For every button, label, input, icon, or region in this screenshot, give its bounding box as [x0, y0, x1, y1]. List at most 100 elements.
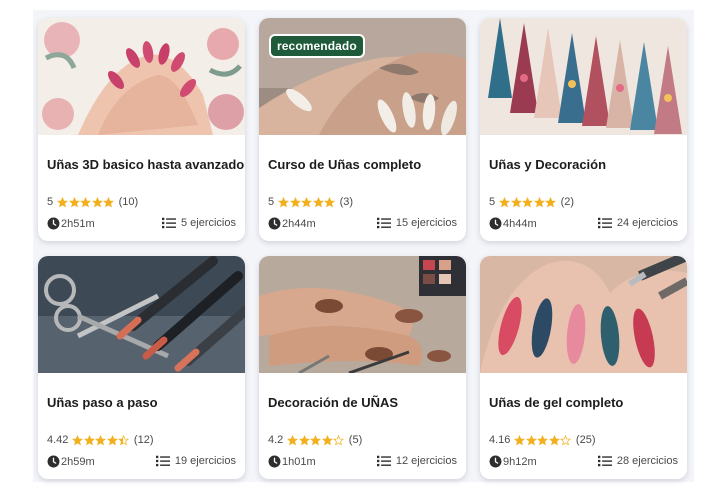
star-icon	[533, 196, 545, 207]
star-icon	[310, 434, 322, 445]
course-thumbnail-image	[480, 256, 687, 373]
course-thumbnail[interactable]	[259, 256, 466, 373]
course-duration: 9h12m	[489, 455, 537, 468]
duration-text: 4h44m	[503, 217, 537, 230]
rating-value: 5	[268, 196, 275, 208]
course-meta: 1h01m 12 ejercicios	[268, 455, 457, 471]
list-icon	[597, 455, 612, 467]
rating-stars	[57, 196, 115, 208]
course-duration: 1h01m	[268, 455, 316, 468]
rating-stars	[287, 434, 345, 446]
rating-stars	[514, 434, 572, 446]
rating-value: 4.42	[47, 434, 69, 446]
star-icon	[499, 196, 511, 207]
course-meta: 2h44m 15 ejercicios	[268, 217, 457, 233]
duration-text: 9h12m	[503, 455, 537, 468]
duration-text: 2h51m	[61, 217, 95, 230]
course-card[interactable]: Uñas 3D basico hasta avanzado 5 (10) 2h51…	[38, 18, 245, 241]
course-exercises: 28 ejercicios	[597, 455, 678, 467]
star-icon	[537, 434, 549, 445]
star-icon	[514, 434, 526, 445]
clock-icon	[47, 217, 60, 230]
course-title[interactable]: Decoración de UÑAS	[268, 395, 398, 410]
exercises-text: 24 ejercicios	[616, 217, 678, 229]
star-icon	[103, 196, 115, 207]
course-exercises: 12 ejercicios	[376, 455, 457, 467]
course-title[interactable]: Uñas y Decoración	[489, 157, 606, 172]
course-duration: 2h44m	[268, 217, 316, 230]
course-thumbnail[interactable]	[38, 18, 245, 135]
course-grid: Uñas 3D basico hasta avanzado 5 (10) 2h51…	[33, 10, 694, 482]
star-icon	[80, 196, 92, 207]
course-thumbnail[interactable]	[38, 256, 245, 373]
course-card[interactable]: recomendado Curso de Uñas completo 5 (3) 2…	[259, 18, 466, 241]
star-icon	[95, 434, 107, 445]
course-meta: 2h59m 19 ejercicios	[47, 455, 236, 471]
course-card[interactable]: Uñas paso a paso 4.42 (12) 2h59m 19 ejerc…	[38, 256, 245, 479]
course-title[interactable]: Curso de Uñas completo	[268, 157, 421, 172]
course-title[interactable]: Uñas paso a paso	[47, 395, 158, 410]
course-card[interactable]: Uñas y Decoración 5 (2) 4h44m 24 ejercici…	[480, 18, 687, 241]
list-icon	[376, 217, 391, 229]
course-title[interactable]: Uñas de gel completo	[489, 395, 623, 410]
review-count: (3)	[339, 196, 354, 208]
course-thumbnail[interactable]	[480, 256, 687, 373]
review-count: (2)	[560, 196, 575, 208]
course-rating: 4.42 (12)	[47, 434, 153, 446]
star-icon	[560, 434, 572, 445]
course-card[interactable]: Uñas de gel completo 4.16 (25) 9h12m 28 e…	[480, 256, 687, 479]
star-icon	[545, 196, 557, 207]
course-thumbnail-image	[38, 18, 245, 135]
star-icon	[324, 196, 336, 207]
course-meta: 4h44m 24 ejercicios	[489, 217, 678, 233]
star-icon	[287, 434, 299, 445]
course-exercises: 5 ejercicios	[161, 217, 236, 229]
clock-icon	[47, 455, 60, 468]
star-icon	[510, 196, 522, 207]
star-icon	[289, 196, 301, 207]
exercises-text: 5 ejercicios	[180, 217, 236, 229]
star-icon	[83, 434, 95, 445]
exercises-text: 12 ejercicios	[395, 455, 457, 467]
course-exercises: 19 ejercicios	[155, 455, 236, 467]
course-rating: 4.16 (25)	[489, 434, 595, 446]
star-icon	[72, 434, 84, 445]
rating-stars	[278, 196, 336, 208]
list-icon	[161, 217, 176, 229]
star-icon	[333, 434, 345, 445]
course-thumbnail-image	[259, 256, 466, 373]
star-icon	[548, 434, 560, 445]
exercises-text: 15 ejercicios	[395, 217, 457, 229]
course-thumbnail[interactable]	[480, 18, 687, 135]
course-thumbnail-image	[480, 18, 687, 135]
duration-text: 1h01m	[282, 455, 316, 468]
exercises-text: 28 ejercicios	[616, 455, 678, 467]
star-icon	[57, 196, 69, 207]
course-exercises: 24 ejercicios	[597, 217, 678, 229]
course-rating: 5 (10)	[47, 196, 138, 208]
star-icon	[525, 434, 537, 445]
list-icon	[155, 455, 170, 467]
rating-value: 4.2	[268, 434, 284, 446]
list-icon	[597, 217, 612, 229]
star-icon	[118, 434, 130, 445]
course-duration: 2h51m	[47, 217, 95, 230]
review-count: (5)	[348, 434, 363, 446]
duration-text: 2h44m	[282, 217, 316, 230]
course-thumbnail-image	[38, 256, 245, 373]
course-title[interactable]: Uñas 3D basico hasta avanzado	[47, 157, 244, 172]
list-icon	[376, 455, 391, 467]
star-icon	[301, 196, 313, 207]
course-card[interactable]: Decoración de UÑAS 4.2 (5) 1h01m 12 ejerc…	[259, 256, 466, 479]
course-rating: 5 (3)	[268, 196, 353, 208]
star-icon	[522, 196, 534, 207]
star-icon	[106, 434, 118, 445]
review-count: (25)	[575, 434, 596, 446]
rating-value: 4.16	[489, 434, 511, 446]
duration-text: 2h59m	[61, 455, 95, 468]
star-icon	[321, 434, 333, 445]
star-icon	[68, 196, 80, 207]
review-count: (12)	[133, 434, 154, 446]
clock-icon	[268, 455, 281, 468]
course-meta: 9h12m 28 ejercicios	[489, 455, 678, 471]
